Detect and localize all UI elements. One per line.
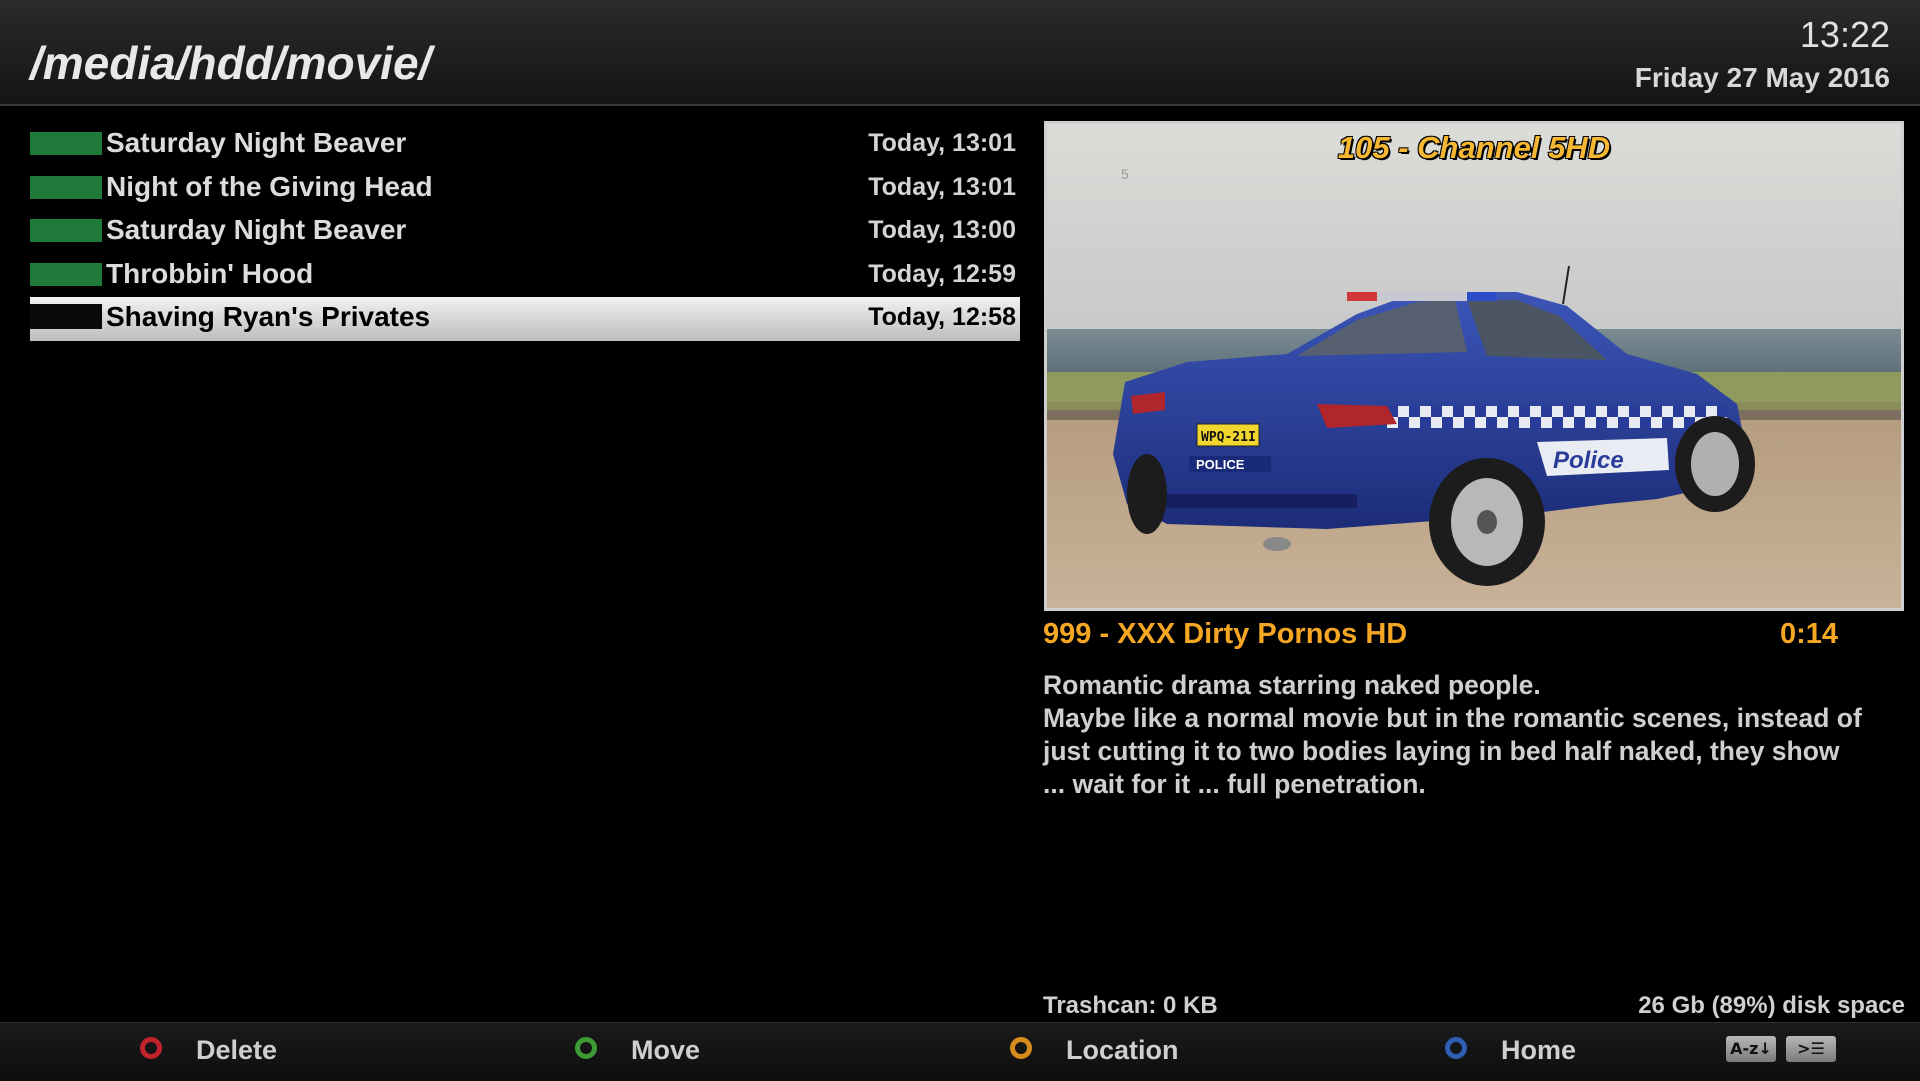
disk-space-status: 26 Gb (89%) disk space	[1638, 992, 1905, 1019]
video-preview: Police WPQ-21I POLICE 5 105 - Channel 5H…	[1044, 121, 1904, 611]
recording-time: Today, 13:00	[868, 216, 1016, 244]
description-line: ... wait for it ... full penetration.	[1043, 769, 1426, 799]
list-item[interactable]: Saturday Night Beaver Today, 13:00	[30, 210, 1020, 254]
home-label: Home	[1501, 1035, 1577, 1065]
event-channel: 999 - XXX Dirty Pornos HD	[1043, 618, 1408, 650]
progress-bar	[30, 175, 102, 199]
svg-text:5: 5	[1121, 166, 1129, 182]
progress-bar	[30, 132, 102, 155]
location-label: Location	[1066, 1035, 1179, 1065]
description-line: Romantic drama starring naked people.	[1043, 670, 1541, 700]
recording-time: Today, 12:59	[868, 259, 1016, 288]
channel-overlay: 105 - Channel 5HD	[1337, 130, 1611, 165]
blue-button-icon	[1445, 1037, 1467, 1059]
list-item[interactable]: Throbbin' Hood Today, 12:59	[30, 254, 1020, 298]
footer-bar: Delete Move Location Home	[0, 1022, 1920, 1081]
progress-bar	[30, 262, 102, 286]
badge-text: POLICE	[1196, 457, 1245, 472]
description-line: Maybe like a normal movie but in the rom…	[1043, 703, 1862, 733]
door-text: Police	[1553, 447, 1624, 474]
recording-title: Saturday Night Beaver	[106, 214, 407, 245]
red-button-icon	[140, 1037, 162, 1059]
sort-key-icon[interactable]: A-z↓	[1726, 1036, 1776, 1062]
description-line: just cutting it to two bodies laying in …	[1043, 736, 1840, 766]
menu-key-icon[interactable]: >☰	[1786, 1036, 1836, 1062]
yellow-button-icon	[1010, 1037, 1032, 1059]
green-button-icon	[575, 1037, 597, 1059]
current-path: /media/hdd/movie/	[30, 37, 432, 89]
header-bar: /media/hdd/movie/ 13:22 Friday 27 May 20…	[0, 0, 1920, 106]
recording-list: Saturday Night Beaver Today, 13:01 Night…	[30, 123, 1020, 341]
recording-title: Night of the Giving Head	[106, 170, 433, 202]
recording-title: Throbbin' Hood	[106, 257, 314, 289]
delete-label: Delete	[196, 1035, 278, 1065]
recording-time: Today, 12:58	[868, 303, 1016, 331]
recording-title: Shaving Ryan's Privates	[106, 301, 431, 332]
event-duration: 0:14	[1780, 618, 1839, 650]
preview-image: Police WPQ-21I POLICE 5	[1047, 124, 1901, 608]
list-item[interactable]: Night of the Giving Head Today, 13:01	[30, 167, 1020, 211]
progress-bar	[30, 304, 102, 329]
list-item[interactable]: Saturday Night Beaver Today, 13:01	[30, 123, 1020, 167]
trashcan-status: Trashcan: 0 KB	[1043, 992, 1218, 1019]
recording-time: Today, 13:01	[868, 172, 1016, 201]
recording-title: Saturday Night Beaver	[106, 127, 407, 158]
move-label: Move	[631, 1035, 701, 1065]
plate-text: WPQ-21I	[1201, 430, 1256, 445]
clock: 13:22	[1799, 14, 1890, 55]
recording-time: Today, 13:01	[868, 129, 1016, 157]
date: Friday 27 May 2016	[1634, 62, 1890, 93]
event-description: Romantic drama starring naked people. Ma…	[1043, 669, 1903, 801]
progress-bar	[30, 219, 102, 242]
list-item-selected[interactable]: Shaving Ryan's Privates Today, 12:58	[30, 297, 1020, 341]
